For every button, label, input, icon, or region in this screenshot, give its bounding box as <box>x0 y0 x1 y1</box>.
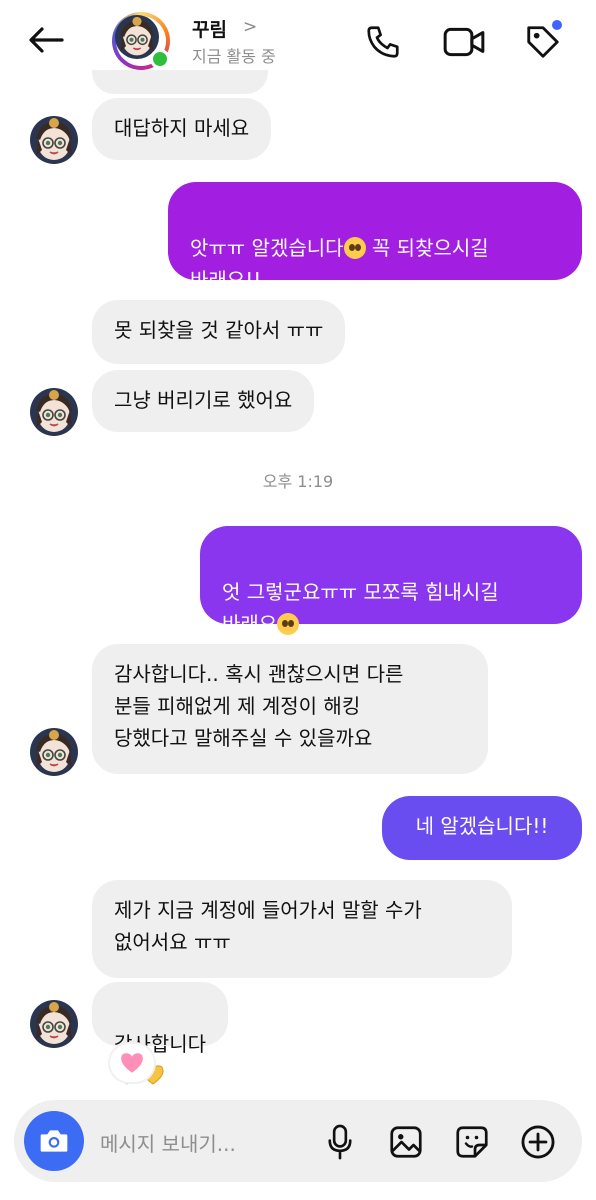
sender-avatar[interactable] <box>30 728 78 776</box>
video-icon <box>443 27 485 57</box>
sender-avatar[interactable] <box>30 116 78 164</box>
camera-button[interactable] <box>24 1111 84 1171</box>
camera-icon <box>40 1130 68 1152</box>
incoming-message[interactable]: 대답하지 마세요 <box>92 98 272 160</box>
timestamp: 오후 1:19 <box>262 472 334 491</box>
gallery-icon <box>390 1126 422 1158</box>
message-input[interactable]: 메시지 보내기... <box>100 1128 236 1157</box>
sticker-icon <box>456 1126 488 1158</box>
voice-call-button[interactable] <box>360 20 406 64</box>
incoming-message[interactable]: 그냥 버리기로 했어요 <box>92 370 315 432</box>
pleading-face-emoji <box>277 613 300 635</box>
message-text: 앗ㅠㅠ 알겠습니다 <box>190 236 344 260</box>
message-bubble-partial <box>92 70 268 94</box>
contact-name[interactable]: 꾸림 <box>192 15 227 42</box>
incoming-message[interactable]: 못 되찾을 것 같아서 ㅠㅠ <box>92 300 346 364</box>
sender-avatar[interactable] <box>30 388 78 436</box>
incoming-message[interactable]: 제가 지금 계정에 들어가서 말할 수가 없어서요 ㅠㅠ <box>92 880 512 978</box>
incoming-message[interactable]: 감사합니다 <box>92 982 228 1085</box>
sender-avatar[interactable] <box>30 1000 78 1048</box>
video-call-button[interactable] <box>440 20 488 64</box>
notification-dot <box>552 20 562 30</box>
more-options-button[interactable] <box>516 1120 560 1164</box>
gallery-button[interactable] <box>384 1120 428 1164</box>
online-indicator <box>150 49 170 69</box>
chat-header <box>0 0 596 86</box>
outgoing-message[interactable]: 네 알겠습니다!! <box>382 796 582 860</box>
back-arrow-icon <box>29 27 64 53</box>
sticker-button[interactable] <box>450 1120 494 1164</box>
outgoing-message[interactable]: 앗ㅠㅠ 알겠습니다 꼭 되찾으시길 바래요!! <box>168 182 582 292</box>
heart-reaction[interactable] <box>110 1044 154 1082</box>
plus-circle-icon <box>521 1125 555 1159</box>
incoming-message[interactable]: 감사합니다.. 혹시 괜찮으시면 다른 분들 피해없게 제 계정이 해킹 당했다… <box>92 644 488 774</box>
phone-icon <box>367 26 399 58</box>
heart-icon <box>121 1053 143 1073</box>
pleading-face-emoji <box>343 237 366 259</box>
voice-message-button[interactable] <box>320 1120 360 1164</box>
outgoing-message[interactable]: 엇 그렇군요ㅠㅠ 모쪼록 힘내시길 바래요 <box>200 526 582 636</box>
active-status: 지금 활동 중 <box>192 47 276 66</box>
message-text: 엇 그렇군요ㅠㅠ 모쪼록 힘내시길 바래요 <box>222 580 499 636</box>
microphone-icon <box>328 1124 352 1160</box>
back-button[interactable] <box>22 18 70 62</box>
chevron-right-icon[interactable]: > <box>243 17 257 37</box>
